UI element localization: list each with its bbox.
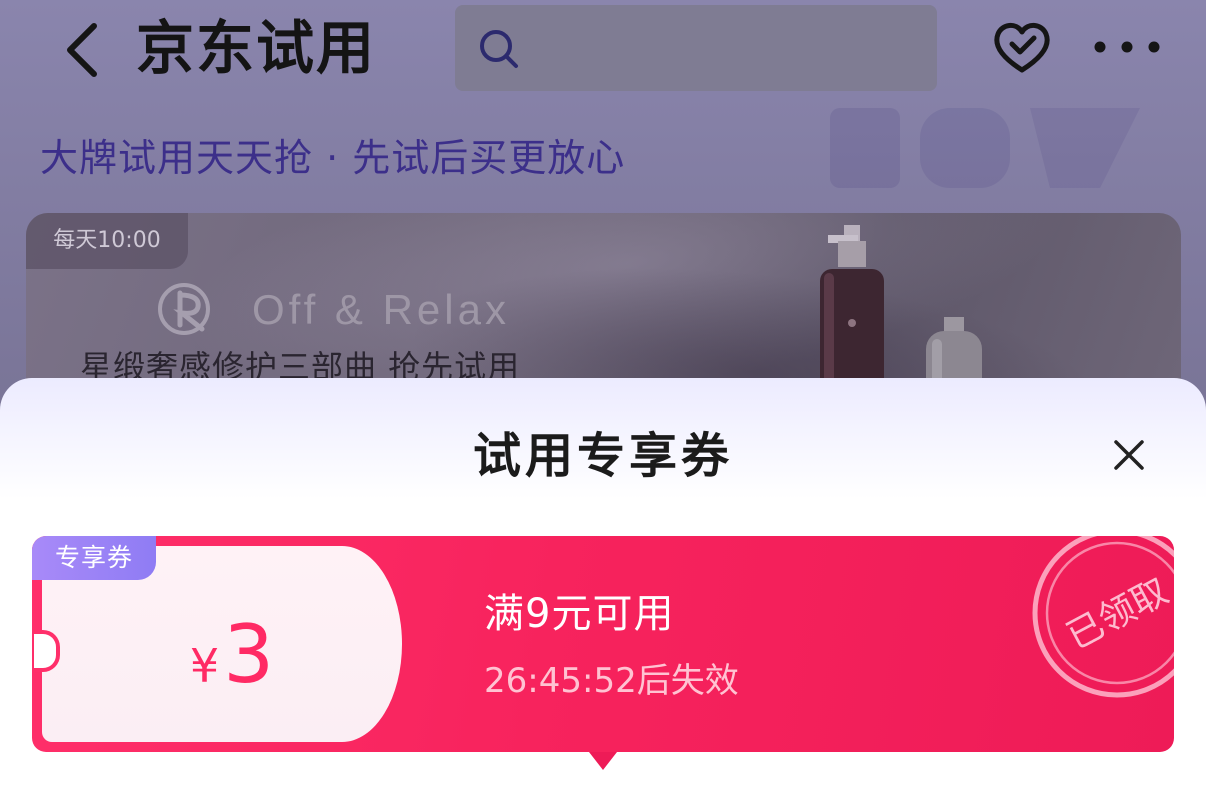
sheet-title: 试用专享券 (472, 428, 733, 484)
coupon-card[interactable]: ¥3 专享券 满9元可用 26:45:52后失效 已领取 (32, 536, 1174, 752)
heart-icon[interactable] (990, 18, 1054, 76)
search-icon (477, 27, 521, 71)
top-bar: 京东试用 (0, 0, 1206, 100)
claimed-stamp-text: 已领取 (1060, 571, 1174, 658)
coupon-type-badge: 专享券 (32, 536, 156, 580)
coupon-value: 3 (223, 608, 275, 701)
pointer-arrow (589, 752, 617, 770)
brand-logo-icon (154, 279, 230, 339)
app-screen: 京东试用 大牌试用天天抢 · 先试后买更放心 每天10:00 Off & Rel… (0, 0, 1206, 811)
more-dots-icon[interactable] (1092, 36, 1162, 58)
page-title: 京东试用 (136, 14, 377, 82)
chevron-left-icon[interactable] (58, 18, 108, 82)
background-decoration (820, 98, 1150, 198)
coupon-amount: ¥3 (82, 600, 382, 732)
banner-slogan: 大牌试用天天抢 · 先试后买更放心 (40, 136, 626, 180)
brand-name: Off & Relax (252, 286, 510, 333)
close-icon[interactable] (1112, 438, 1146, 472)
coupon-condition: 满9元可用 (484, 591, 675, 637)
claimed-stamp: 已领取 (1022, 536, 1174, 708)
coupon-notch (34, 630, 60, 672)
coupon-sheet: 试用专享券 ¥3 专享券 满9元可用 26:45:52后失效 已领取 (0, 378, 1206, 811)
time-tag: 每天10:00 (26, 213, 188, 269)
search-input[interactable] (455, 5, 937, 91)
coupon-expiry: 26:45:52后失效 (484, 661, 739, 701)
currency-symbol: ¥ (189, 639, 220, 693)
